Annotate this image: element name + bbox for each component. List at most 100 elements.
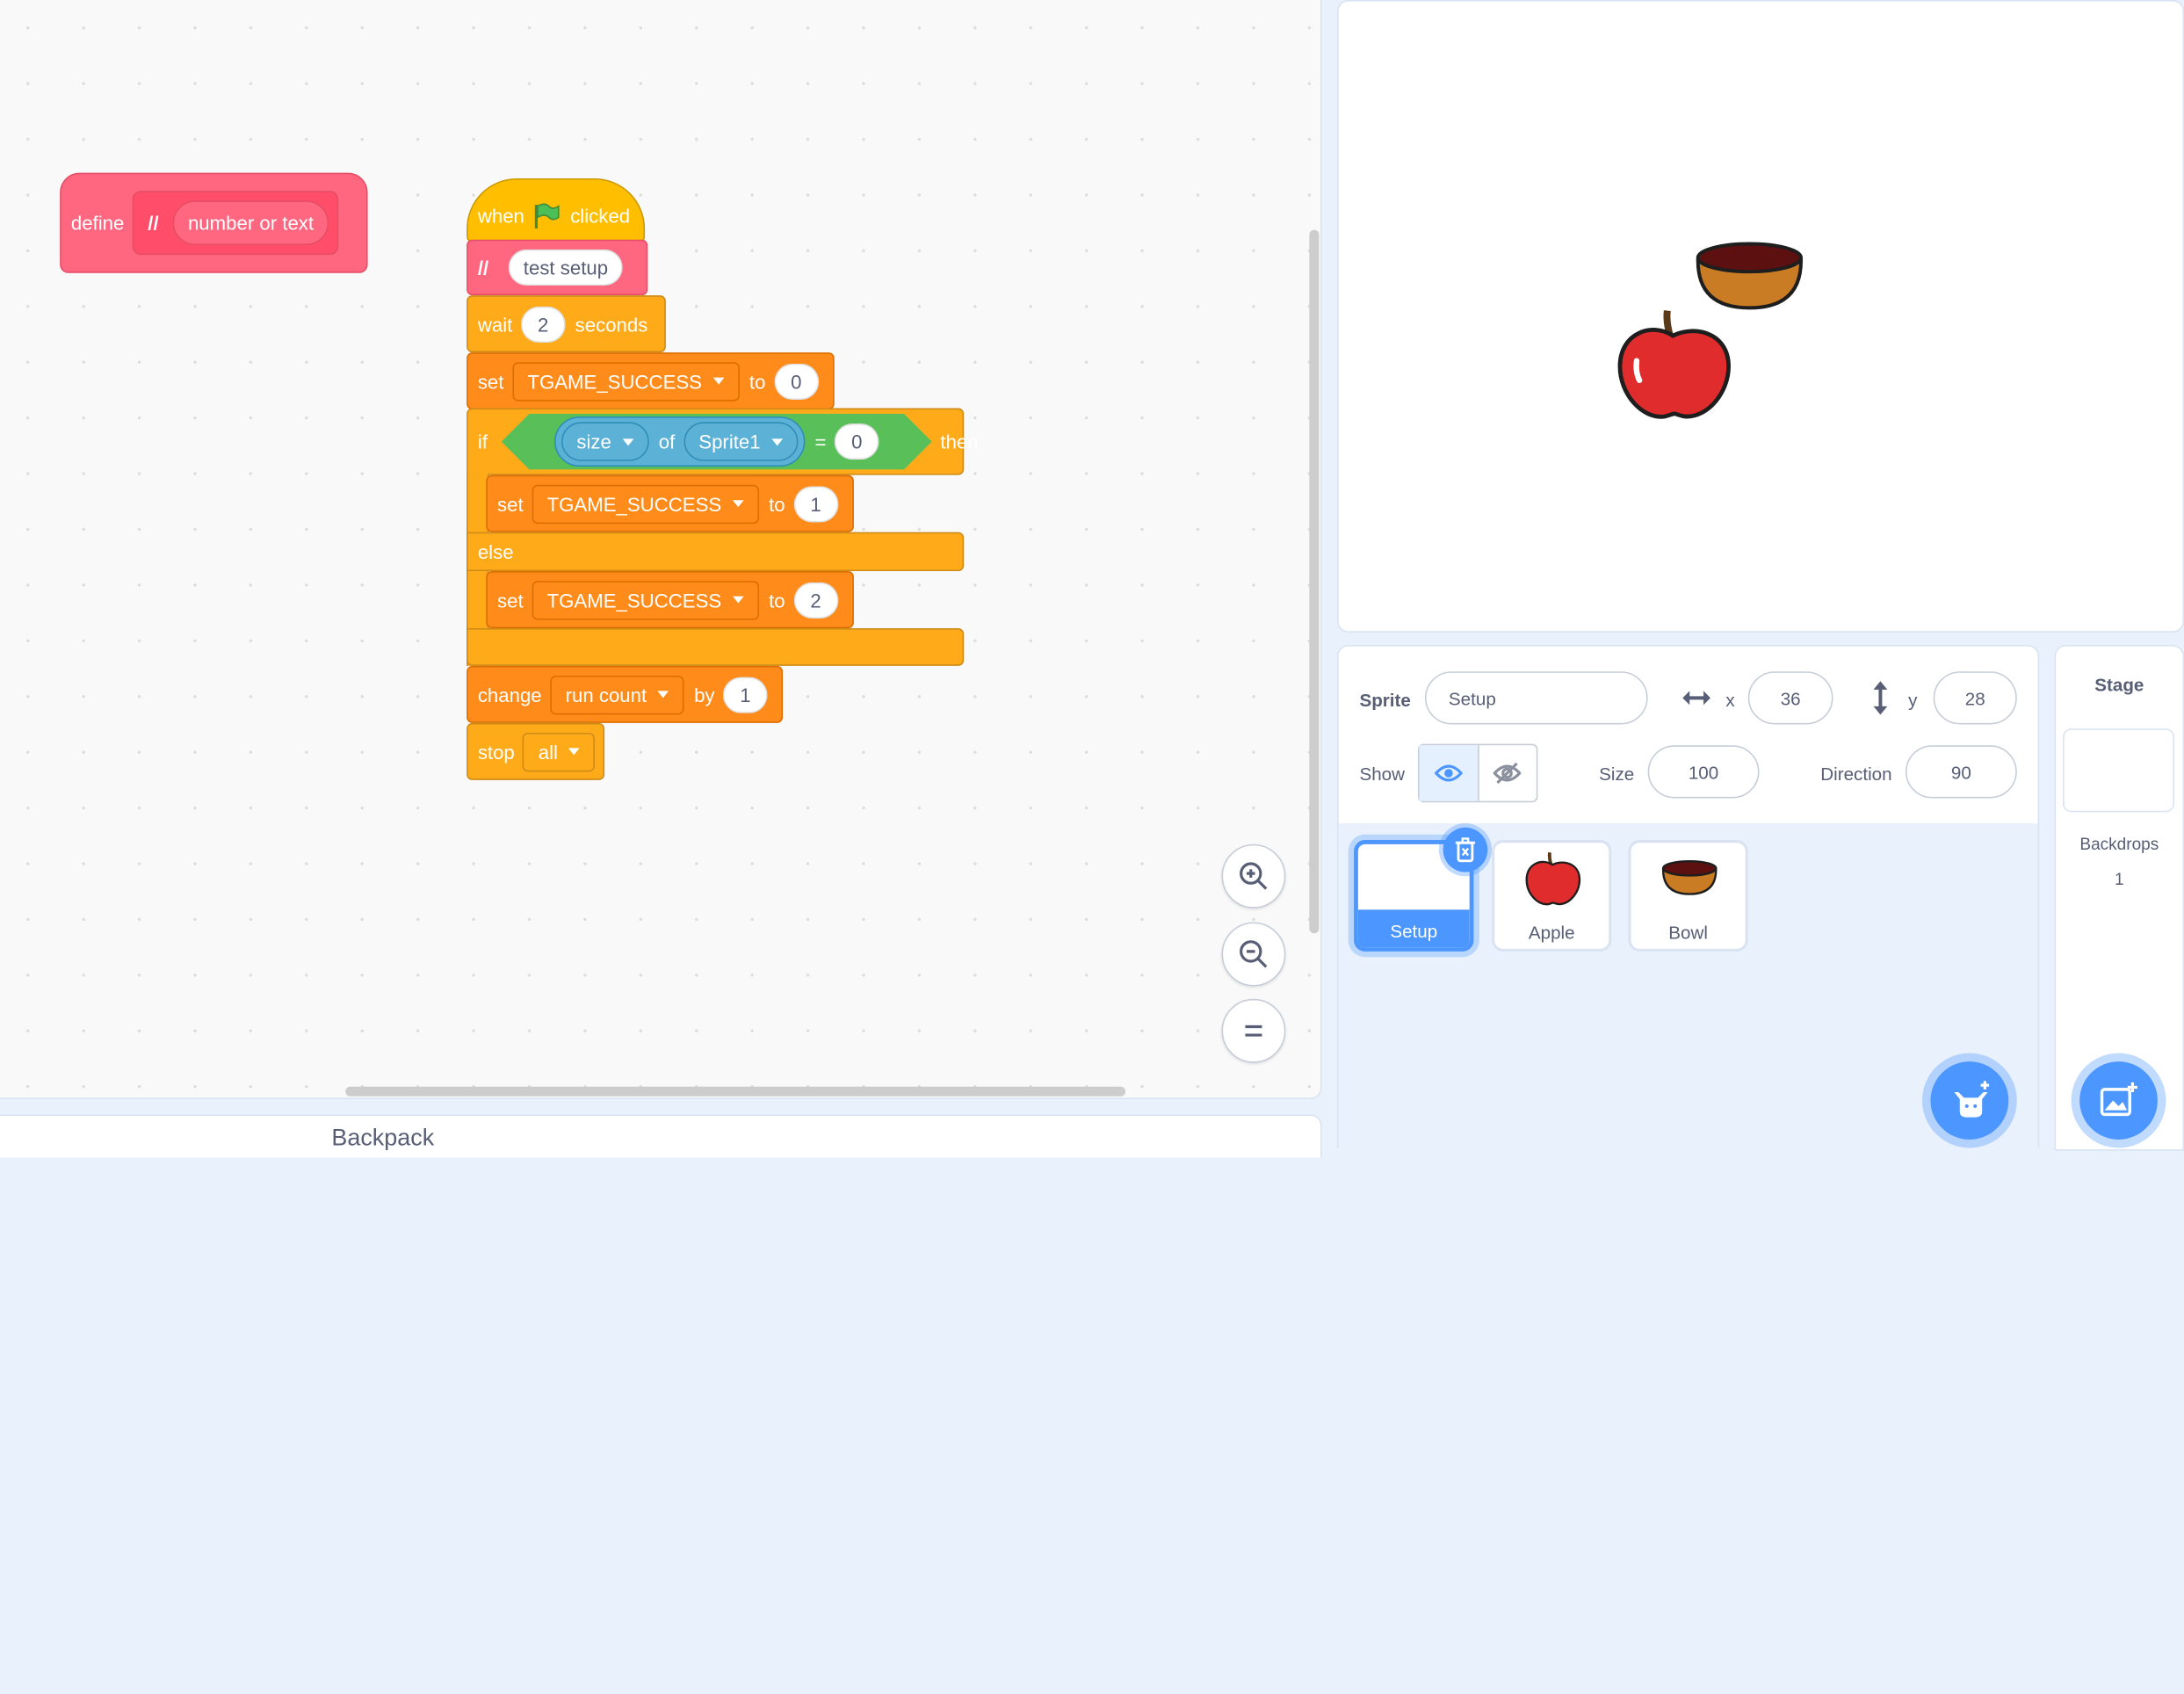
backpack-label: Backpack <box>331 1124 435 1151</box>
apple-sprite[interactable] <box>1617 308 1732 422</box>
x-field[interactable]: 36 <box>1747 671 1833 725</box>
backdrops-label: Backdrops <box>2079 834 2159 854</box>
variable-dropdown[interactable]: TGAME_SUCCESS <box>511 361 740 401</box>
chevron-down-icon <box>771 438 783 445</box>
define-block[interactable]: define // number or text <box>60 172 368 273</box>
vertical-arrow-icon <box>1873 681 1888 715</box>
delete-sprite-button[interactable] <box>1443 827 1488 872</box>
define-comment-slash: // <box>148 211 159 235</box>
else-arm: else <box>466 532 965 572</box>
comment-slash: // <box>477 256 489 279</box>
sensing-of-reporter[interactable]: size of Sprite1 <box>554 416 806 467</box>
backdrops-count: 1 <box>2115 869 2124 889</box>
horizontal-scrollbar[interactable] <box>345 1086 1126 1097</box>
direction-field[interactable]: 90 <box>1905 745 2017 799</box>
chevron-down-icon <box>657 691 669 699</box>
to-label: to <box>769 588 785 612</box>
chevron-down-icon <box>732 596 744 604</box>
sprite-tile-name: Setup <box>1390 921 1438 942</box>
image-plus-icon <box>2100 1082 2137 1117</box>
stop-option-dropdown[interactable]: all <box>523 732 596 771</box>
if-label: if <box>477 430 488 453</box>
variable-dropdown[interactable]: run count <box>550 675 684 714</box>
cat-plus-icon <box>1954 1081 1990 1118</box>
set-variable-block[interactable]: set TGAME_SUCCESS to 1 <box>486 474 854 532</box>
set-value-input[interactable]: 1 <box>793 485 838 522</box>
change-label: change <box>477 683 542 706</box>
show-sprite-button[interactable] <box>1419 745 1479 801</box>
wait-block[interactable]: wait 2 seconds <box>466 295 666 353</box>
comment-text-input[interactable]: test setup <box>508 249 624 286</box>
bowl-sprite[interactable] <box>1696 241 1804 310</box>
variable-dropdown[interactable]: TGAME_SUCCESS <box>532 580 759 619</box>
backdrop-thumbnail[interactable] <box>2063 728 2174 813</box>
then-label: then <box>940 430 979 453</box>
when-flag-clicked-block[interactable]: when clicked <box>466 177 646 243</box>
stop-block[interactable]: stop all <box>466 722 605 780</box>
chevron-down-icon <box>568 748 581 756</box>
code-workspace[interactable]: define // number or text when clicked //… <box>0 0 1322 1099</box>
when-label: when <box>477 205 524 228</box>
sprite-label: Sprite <box>1359 689 1411 711</box>
sprite-list-panel: Setup Apple Bowl <box>1337 823 2040 1148</box>
y-field[interactable]: 28 <box>1933 671 2017 725</box>
visibility-toggle <box>1418 743 1538 803</box>
chevron-down-icon <box>732 500 744 508</box>
vertical-scrollbar[interactable] <box>1309 229 1320 934</box>
size-field[interactable]: 100 <box>1647 745 1760 799</box>
stage-selector-panel[interactable]: Stage Backdrops 1 <box>2054 645 2184 1151</box>
variable-dropdown[interactable]: TGAME_SUCCESS <box>532 483 759 524</box>
sprite-name-field[interactable]: Setup <box>1424 671 1648 725</box>
if-else-block[interactable]: if size of Sprite1 = 0 then <box>466 408 979 475</box>
sprite-tile-name: Bowl <box>1668 922 1708 944</box>
direction-label: Direction <box>1820 763 1892 785</box>
zoom-reset-button[interactable] <box>1221 998 1286 1063</box>
stop-label: stop <box>477 740 515 764</box>
sprite-tile-apple[interactable]: Apple <box>1492 840 1612 952</box>
stage-title: Stage <box>2094 674 2144 696</box>
set-variable-block[interactable]: set TGAME_SUCCESS to 2 <box>486 571 854 629</box>
set-variable-block[interactable]: set TGAME_SUCCESS to 0 <box>466 352 835 410</box>
set-label: set <box>477 369 504 393</box>
define-param-input[interactable]: number or text <box>172 200 329 246</box>
variable-name: TGAME_SUCCESS <box>527 369 702 393</box>
property-dropdown[interactable]: size <box>560 422 649 461</box>
stage-canvas[interactable] <box>1337 0 2184 633</box>
zoom-in-icon <box>1240 862 1268 890</box>
add-sprite-button[interactable] <box>1930 1061 2009 1140</box>
change-value-input[interactable]: 1 <box>723 676 768 713</box>
wait-seconds-input[interactable]: 2 <box>520 306 566 343</box>
backpack-panel[interactable]: Backpack <box>0 1114 1322 1158</box>
define-label: define <box>70 211 125 235</box>
variable-name: TGAME_SUCCESS <box>546 588 722 612</box>
hide-sprite-button[interactable] <box>1479 745 1537 800</box>
bowl-thumbnail-icon <box>1661 859 1718 895</box>
else-label: else <box>477 540 514 563</box>
target-dropdown[interactable]: Sprite1 <box>683 422 799 461</box>
green-flag-icon <box>535 203 560 229</box>
set-value-input[interactable]: 0 <box>773 363 819 400</box>
zoom-out-button[interactable] <box>1221 922 1286 987</box>
comment-block[interactable]: // test setup <box>466 239 648 296</box>
y-label: y <box>1908 689 1918 711</box>
sprite-tile-name: Apple <box>1528 922 1575 944</box>
stop-option: all <box>538 740 558 764</box>
add-backdrop-button[interactable] <box>2079 1061 2158 1140</box>
set-label: set <box>497 588 524 612</box>
by-label: by <box>694 683 715 706</box>
of-label: of <box>658 430 676 453</box>
seconds-label: seconds <box>575 312 648 336</box>
x-label: x <box>1725 689 1735 711</box>
size-label: Size <box>1599 763 1635 785</box>
sprite-tile-bowl[interactable]: Bowl <box>1628 840 1748 952</box>
sprite-info-panel: Sprite Setup x 36 y 28 Show Size 100 Dir… <box>1337 645 2040 827</box>
set-value-input[interactable]: 2 <box>793 581 838 619</box>
equals-condition[interactable]: size of Sprite1 = 0 <box>501 413 932 470</box>
zoom-in-button[interactable] <box>1221 843 1286 909</box>
change-variable-block[interactable]: change run count by 1 <box>466 665 784 723</box>
equals-value-input[interactable]: 0 <box>834 423 879 460</box>
show-label: Show <box>1359 763 1406 785</box>
variable-name: TGAME_SUCCESS <box>546 492 722 515</box>
wait-label: wait <box>477 312 513 336</box>
zoom-out-icon <box>1240 940 1268 968</box>
